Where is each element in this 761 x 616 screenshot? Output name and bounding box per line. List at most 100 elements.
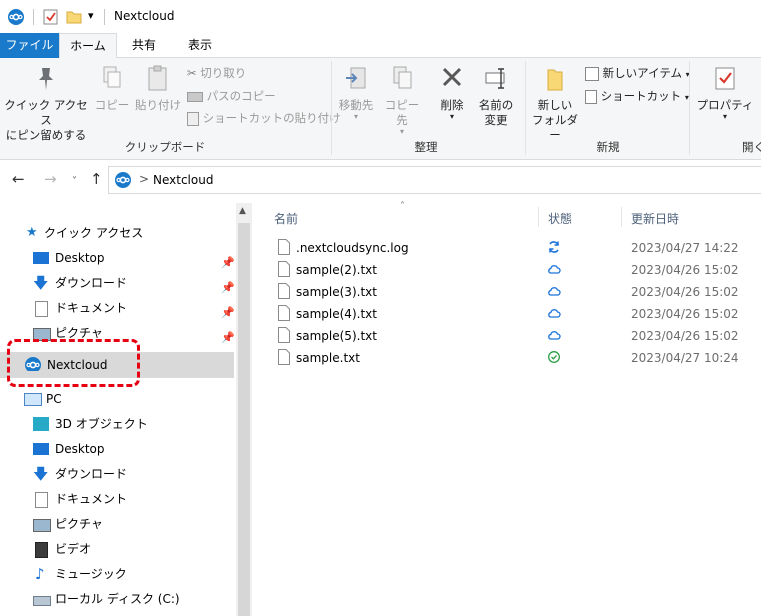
highlight-annotation: [7, 339, 140, 387]
quick-toolbar-dropdown-icon[interactable]: ▾: [88, 9, 94, 22]
scroll-up-icon[interactable]: ▲: [239, 206, 246, 216]
file-row[interactable]: sample(2).txt 2023/04/26 15:02: [252, 259, 761, 281]
title-separator: [33, 9, 34, 25]
nav-quick-documents[interactable]: ドキュメント 📌: [0, 296, 235, 320]
pin-to-quick-access-button[interactable]: クイック アクセス にピン留めする: [4, 64, 88, 143]
drive-icon: [33, 596, 51, 606]
new-item-label: 新しいアイテム: [602, 66, 683, 80]
text-file-icon: [278, 283, 290, 299]
available-check-icon: [548, 351, 560, 363]
file-row[interactable]: sample(4).txt 2023/04/26 15:02: [252, 303, 761, 325]
new-folder-button[interactable]: 新しい フォルダー: [530, 64, 580, 143]
move-to-icon: [346, 67, 366, 89]
move-to-label: 移動先: [338, 98, 374, 112]
nav-downloads[interactable]: 🡇 ダウンロード: [0, 462, 234, 486]
file-row[interactable]: .nextcloudsync.log 2023/04/27 14:22: [252, 237, 761, 259]
nav-quick-downloads[interactable]: 🡇 ダウンロード 📌: [0, 271, 235, 295]
organize-group-label: 整理: [414, 140, 438, 154]
rename-button[interactable]: 名前の 変更: [474, 64, 518, 128]
file-name: sample(3).txt: [296, 285, 377, 299]
download-arrow-icon: 🡇: [33, 465, 49, 483]
file-modified: 2023/04/27 14:22: [631, 241, 739, 255]
pin-icon[interactable]: 📌: [221, 326, 235, 350]
tab-view[interactable]: 表示: [171, 33, 229, 58]
new-folder-icon: [547, 69, 563, 91]
up-arrow-icon[interactable]: ↑: [90, 172, 103, 187]
file-modified: 2023/04/26 15:02: [631, 263, 739, 277]
nextcloud-app-icon[interactable]: [8, 9, 24, 25]
properties-quick-icon[interactable]: [43, 8, 59, 25]
forward-arrow-icon[interactable]: →: [44, 172, 57, 187]
properties-button[interactable]: プロパティ ▾: [695, 64, 755, 121]
pictures-icon: [33, 519, 51, 532]
delete-button[interactable]: 削除 ▾: [432, 64, 472, 121]
delete-x-icon: [442, 67, 462, 87]
nav-label: クイック アクセス: [44, 226, 144, 240]
star-icon: ★: [26, 225, 38, 240]
recent-locations-chevron-icon[interactable]: ˅: [72, 174, 77, 189]
file-row[interactable]: sample(5).txt 2023/04/26 15:02: [252, 325, 761, 347]
sort-ascending-icon: ˄: [400, 201, 405, 212]
address-bar[interactable]: > Nextcloud: [108, 166, 761, 194]
copy-button[interactable]: コピー: [94, 64, 130, 113]
back-arrow-icon[interactable]: ←: [12, 172, 25, 187]
paste-shortcut-label: ショートカットの貼り付け: [202, 111, 341, 125]
column-header-status[interactable]: 状態: [548, 210, 572, 227]
text-file-icon: [278, 327, 290, 343]
easy-access-button[interactable]: ショートカット ▾: [585, 88, 689, 106]
column-divider[interactable]: [538, 207, 539, 227]
nav-scrollbar[interactable]: ▲: [236, 203, 252, 616]
move-to-button[interactable]: 移動先 ▾: [336, 64, 376, 121]
group-separator: [525, 61, 526, 155]
scroll-thumb[interactable]: [238, 223, 250, 616]
nav-label: PC: [46, 392, 62, 406]
file-row[interactable]: sample(3).txt 2023/04/26 15:02: [252, 281, 761, 303]
column-divider[interactable]: [621, 207, 622, 227]
nav-pictures[interactable]: ピクチャ: [0, 512, 234, 536]
title-separator: [104, 9, 105, 25]
copy-path-button[interactable]: パスのコピー: [187, 88, 276, 104]
clipboard-group-label: クリップボード: [124, 140, 206, 154]
column-header-modified[interactable]: 更新日時: [631, 210, 679, 227]
cloud-status-icon: [548, 287, 561, 296]
paste-button[interactable]: 貼り付け: [134, 64, 182, 113]
copy-to-button[interactable]: コピー先 ▾: [380, 64, 424, 136]
nav-music[interactable]: ♪ ミュージック: [0, 562, 234, 586]
desktop-icon: [33, 443, 49, 455]
documents-icon: [35, 301, 48, 317]
rename-label-line1: 名前の: [478, 98, 514, 112]
file-name: sample(2).txt: [296, 263, 377, 277]
desktop-icon: [33, 252, 49, 264]
nav-label: ドキュメント: [55, 492, 128, 506]
file-name: sample.txt: [296, 351, 360, 365]
new-folder-quick-icon[interactable]: [66, 9, 82, 24]
cloud-status-icon: [548, 265, 561, 274]
window-title: Nextcloud: [114, 9, 175, 23]
breadcrumb-nextcloud[interactable]: Nextcloud: [153, 173, 213, 187]
easy-access-label: ショートカット: [600, 89, 682, 103]
nav-quick-desktop[interactable]: Desktop 📌: [0, 246, 235, 270]
pin-icon: [39, 68, 53, 90]
tab-file[interactable]: ファイル: [0, 33, 59, 58]
text-file-icon: [278, 239, 290, 255]
dropdown-arrow-icon: ▾: [353, 112, 358, 121]
nav-documents[interactable]: ドキュメント: [0, 487, 234, 511]
nav-desktop[interactable]: Desktop: [0, 437, 234, 461]
nav-local-disk[interactable]: ローカル ディスク (C:): [0, 587, 234, 611]
nav-label: ローカル ディスク (C:): [55, 592, 180, 606]
file-row[interactable]: sample.txt 2023/04/27 10:24: [252, 347, 761, 369]
nav-pc[interactable]: PC: [0, 387, 234, 411]
paste-shortcut-button[interactable]: ショートカットの貼り付け: [187, 110, 341, 126]
nav-quick-access[interactable]: ★ クイック アクセス: [0, 221, 234, 245]
nav-3d-objects[interactable]: 3D オブジェクト: [0, 412, 234, 436]
column-header-name[interactable]: 名前: [274, 210, 298, 227]
ribbon: クイック アクセス にピン留めする コピー 貼り付け ✂ 切り取り パスのコピー…: [0, 58, 761, 160]
address-row: ← → ˅ ↑ > Nextcloud: [0, 166, 761, 196]
tab-share[interactable]: 共有: [117, 33, 171, 58]
breadcrumb-separator[interactable]: >: [139, 172, 149, 186]
pin-label-line1: クイック アクセス: [4, 98, 88, 127]
tab-home[interactable]: ホーム: [59, 33, 117, 59]
new-item-button[interactable]: 新しいアイテム ▾: [585, 65, 690, 83]
cut-button[interactable]: ✂ 切り取り: [187, 65, 246, 81]
nav-videos[interactable]: ビデオ: [0, 537, 234, 561]
